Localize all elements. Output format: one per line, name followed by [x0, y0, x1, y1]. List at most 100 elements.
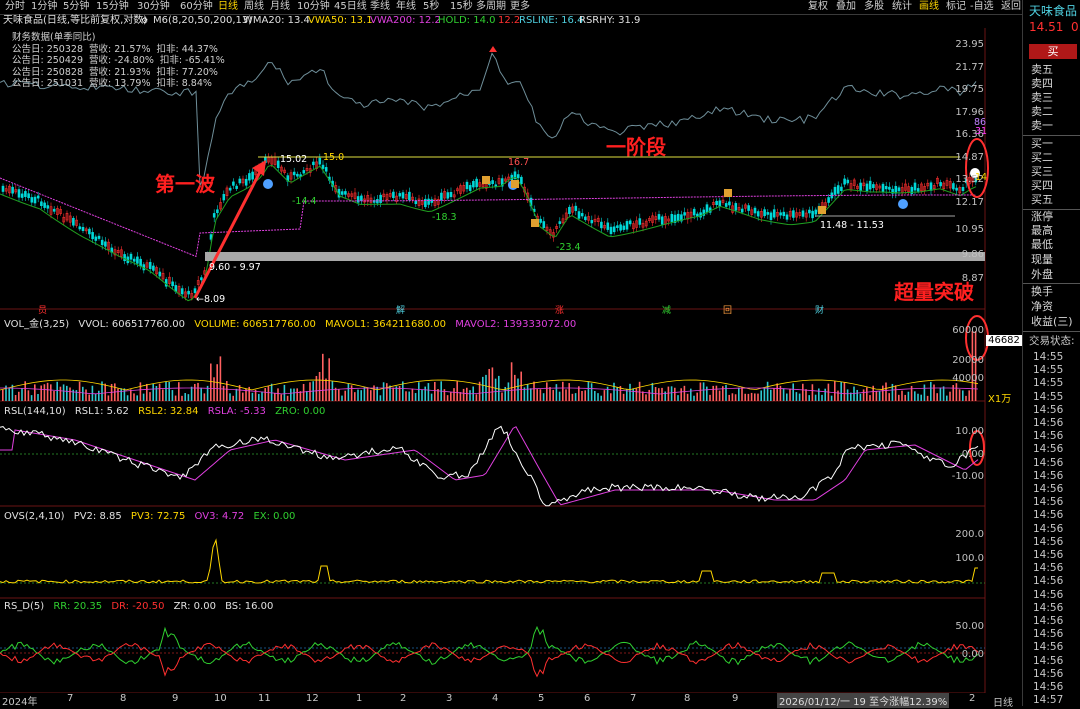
candle-body: [401, 192, 405, 199]
candle-body: [888, 186, 891, 190]
volume-bar: [34, 384, 36, 401]
candle-body: [670, 214, 674, 222]
volume-bar: [725, 384, 727, 401]
candle-body: [516, 174, 520, 179]
period-tab[interactable]: 30分钟: [137, 0, 170, 14]
candle-body: [238, 178, 242, 184]
tick-time: 14:57: [1033, 694, 1064, 707]
stat-turnover: 换手: [1031, 285, 1053, 298]
candle-body: [392, 191, 395, 199]
stat-current-vol: 现量: [1031, 253, 1053, 266]
candle-body: [398, 193, 402, 197]
multi-stock-button[interactable]: 多股: [864, 0, 884, 14]
volume-bar: [968, 390, 970, 401]
remove-favorite-button[interactable]: -自选: [970, 0, 994, 14]
bid-5[interactable]: 买五: [1031, 193, 1053, 207]
period-mode-label[interactable]: 日线: [993, 694, 1013, 709]
volume-bar: [456, 381, 458, 401]
event-marker[interactable]: 减: [662, 303, 671, 316]
stats-divider-2: [1023, 283, 1080, 284]
settings-icon[interactable]: ⚙: [141, 14, 148, 28]
period-tab[interactable]: 15秒: [450, 0, 473, 14]
stats-button[interactable]: 统计: [892, 0, 912, 14]
ask-5[interactable]: 卖五: [1031, 63, 1053, 77]
volume-bar: [542, 393, 545, 401]
volume-bar: [632, 388, 634, 401]
ovs-line: [0, 538, 978, 584]
ovs-pv2: PV2: 8.85: [73, 511, 122, 522]
ask-4[interactable]: 卖四: [1031, 77, 1053, 91]
volume-bar: [306, 391, 308, 401]
bid-3[interactable]: 买三: [1031, 165, 1053, 179]
volume-bar: [882, 385, 884, 401]
period-tab[interactable]: 分时: [5, 0, 25, 14]
volume-bar: [926, 395, 929, 401]
overlay-button[interactable]: 叠加: [836, 0, 856, 14]
volume-bar: [424, 386, 426, 401]
volume-bar: [251, 392, 254, 401]
hold-line: [0, 164, 977, 302]
event-marker[interactable]: 回: [723, 303, 732, 316]
candle-body: [779, 212, 782, 216]
volume-bar: [158, 383, 161, 401]
volume-bar: [507, 382, 510, 401]
annotation-stage1: 一阶段: [606, 135, 666, 159]
volume-bar: [286, 395, 289, 401]
label-31: 31: [975, 126, 988, 137]
volume-bar: [165, 381, 167, 401]
bid-2[interactable]: 买二: [1031, 151, 1053, 165]
ask-2[interactable]: 卖二: [1031, 105, 1053, 119]
mark-button[interactable]: 标记: [946, 0, 966, 14]
period-tab[interactable]: 周线: [244, 0, 264, 14]
side-change: 0.: [1071, 20, 1080, 34]
period-tab[interactable]: 1分钟: [31, 0, 57, 14]
volume-bar: [123, 388, 126, 401]
period-tab[interactable]: 60分钟: [180, 0, 213, 14]
bid-1[interactable]: 买一: [1031, 137, 1053, 151]
volume-bar: [773, 388, 775, 401]
vol-tick: 20000: [952, 355, 984, 366]
adjust-button[interactable]: 复权: [808, 0, 828, 14]
volume-bar: [344, 390, 346, 401]
volume-bar: [366, 387, 369, 401]
ask-1[interactable]: 卖一: [1031, 119, 1053, 133]
period-tab-more[interactable]: 更多: [510, 0, 530, 14]
period-tab[interactable]: 5分钟: [63, 0, 89, 14]
event-marker[interactable]: 财: [815, 303, 824, 316]
period-tab[interactable]: 季线: [370, 0, 390, 14]
volume-bar: [965, 395, 967, 401]
volume-bar: [382, 382, 385, 401]
period-tab[interactable]: 年线: [396, 0, 416, 14]
period-tab[interactable]: 10分钟: [297, 0, 330, 14]
vol-current: 46682: [986, 335, 1022, 346]
volume-bar: [885, 382, 887, 401]
bid-4[interactable]: 买四: [1031, 179, 1053, 193]
date-month: 1: [356, 693, 363, 704]
volume-bar: [446, 395, 449, 401]
period-tab[interactable]: 多周期: [476, 0, 506, 14]
volume-bar: [485, 374, 487, 401]
price-tick: 12.17: [955, 197, 984, 208]
ovs-pv3: PV3: 72.75: [130, 511, 186, 522]
volume-bar: [75, 390, 78, 401]
volume-bar: [533, 381, 535, 401]
period-tab[interactable]: 45日线: [334, 0, 367, 14]
draw-button[interactable]: 画线: [919, 0, 939, 14]
back-button[interactable]: 返回: [1001, 0, 1021, 14]
candle-body: [728, 201, 731, 206]
vol-tick: 40000: [952, 373, 984, 384]
buy-button[interactable]: 买: [1029, 44, 1077, 59]
volume-bar: [600, 395, 602, 401]
volume-bar: [98, 390, 100, 401]
period-tab-active[interactable]: 日线: [218, 0, 238, 14]
volume-bar: [197, 382, 199, 401]
ask-3[interactable]: 卖三: [1031, 91, 1053, 105]
fin-title: 财务数据(单季同比): [12, 32, 96, 43]
volume-bar: [664, 391, 666, 401]
period-tab[interactable]: 5秒: [423, 0, 439, 14]
period-tab[interactable]: 15分钟: [96, 0, 129, 14]
chart-canvas[interactable]: [0, 28, 1022, 693]
vol-tick: 60000: [952, 325, 984, 336]
volume-bar: [590, 383, 593, 401]
period-tab[interactable]: 月线: [270, 0, 290, 14]
